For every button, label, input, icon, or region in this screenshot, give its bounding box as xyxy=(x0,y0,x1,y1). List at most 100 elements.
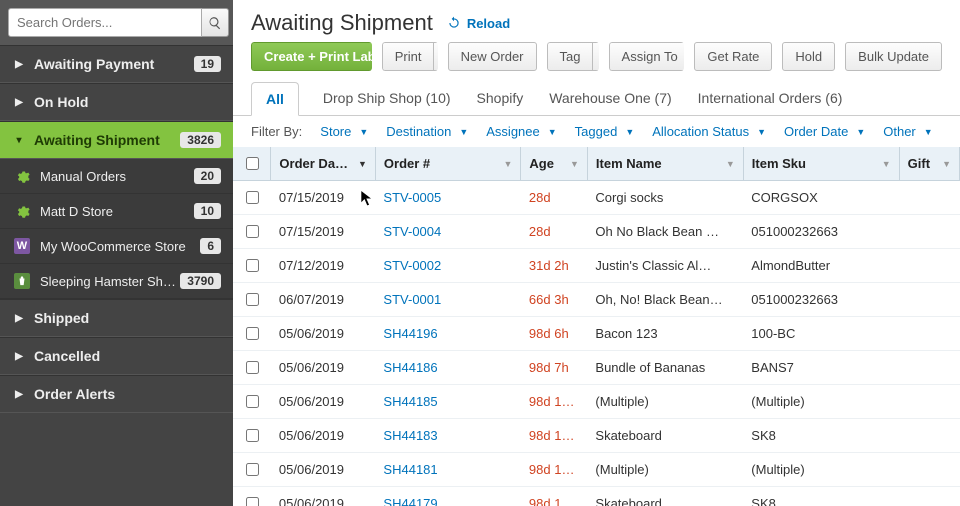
header-checkbox[interactable] xyxy=(233,147,271,181)
cell-gift xyxy=(899,249,959,283)
chevron-down-icon: ▼ xyxy=(625,127,634,137)
filter-store[interactable]: Store▼ xyxy=(320,124,368,139)
row-checkbox[interactable] xyxy=(246,259,259,272)
row-checkbox[interactable] xyxy=(246,497,259,506)
store-item-manual-orders[interactable]: Manual Orders 20 xyxy=(0,159,233,194)
sidebar-item-order-alerts[interactable]: ▶ Order Alerts xyxy=(0,375,233,413)
filter-order-date[interactable]: Order Date▼ xyxy=(784,124,865,139)
cell-item-name: Corgi socks xyxy=(587,181,743,215)
table-row[interactable]: 07/15/2019STV-000528dCorgi socksCORGSOX xyxy=(233,181,960,215)
filter-assignee[interactable]: Assignee▼ xyxy=(486,124,556,139)
sidebar-item-label: Awaiting Payment xyxy=(34,56,194,72)
tab-shopify[interactable]: Shopify xyxy=(475,82,526,115)
table-row[interactable]: 05/06/2019SH4418698d 7hBundle of Bananas… xyxy=(233,351,960,385)
print-button[interactable]: Print xyxy=(382,42,434,71)
sidebar-item-shipped[interactable]: ▶ Shipped xyxy=(0,299,233,337)
cell-order-number[interactable]: SH44186 xyxy=(375,351,520,385)
cell-age: 98d 7h xyxy=(521,351,588,385)
tag-dropdown[interactable]: ▼ xyxy=(592,42,598,71)
filter-other[interactable]: Other▼ xyxy=(883,124,932,139)
orders-table-wrap[interactable]: Order Da…▼ Order #▼ Age▼ Item Name▼ Item… xyxy=(233,147,960,506)
cell-order-number[interactable]: STV-0004 xyxy=(375,215,520,249)
table-row[interactable]: 06/07/2019STV-000166d 3hOh, No! Black Be… xyxy=(233,283,960,317)
table-row[interactable]: 05/06/2019SH4419698d 6hBacon 123100-BC xyxy=(233,317,960,351)
get-rate-button[interactable]: Get Rate xyxy=(694,42,772,71)
header-order-number[interactable]: Order #▼ xyxy=(375,147,520,181)
cell-order-number[interactable]: STV-0002 xyxy=(375,249,520,283)
row-checkbox[interactable] xyxy=(246,191,259,204)
print-dropdown[interactable]: ▼ xyxy=(433,42,437,71)
header-age[interactable]: Age▼ xyxy=(521,147,588,181)
table-row[interactable]: 05/06/2019SH4418398d 1…SkateboardSK8 xyxy=(233,419,960,453)
cell-order-number[interactable]: SH44185 xyxy=(375,385,520,419)
select-all-checkbox[interactable] xyxy=(246,157,259,170)
search-button[interactable] xyxy=(202,8,229,37)
new-order-button[interactable]: New Order xyxy=(448,42,537,71)
assign-to-button[interactable]: Assign To xyxy=(609,42,685,71)
table-row[interactable]: 05/06/2019SH4418598d 1…(Multiple)(Multip… xyxy=(233,385,960,419)
cell-item-name: Skateboard xyxy=(587,487,743,506)
chevron-down-icon: ▼ xyxy=(757,127,766,137)
count-badge: 19 xyxy=(194,56,221,72)
store-label: My WooCommerce Store xyxy=(40,239,200,254)
reload-button[interactable]: Reload xyxy=(447,16,510,31)
row-checkbox[interactable] xyxy=(246,361,259,374)
row-checkbox[interactable] xyxy=(246,293,259,306)
filter-allocation-status[interactable]: Allocation Status▼ xyxy=(652,124,766,139)
bulk-update-button[interactable]: Bulk Update xyxy=(845,42,942,71)
cell-gift xyxy=(899,317,959,351)
cell-order-number[interactable]: STV-0001 xyxy=(375,283,520,317)
sidebar-item-cancelled[interactable]: ▶ Cancelled xyxy=(0,337,233,375)
store-item-sleeping-hamster[interactable]: Sleeping Hamster Sh… 3790 xyxy=(0,264,233,299)
store-item-matt-d[interactable]: Matt D Store 10 xyxy=(0,194,233,229)
sidebar-item-awaiting-payment[interactable]: ▶ Awaiting Payment 19 xyxy=(0,45,233,83)
tab-drop-ship-shop[interactable]: Drop Ship Shop (10) xyxy=(321,82,453,115)
header-gift[interactable]: Gift▼ xyxy=(899,147,959,181)
count-badge: 3826 xyxy=(180,132,221,148)
header-item-name[interactable]: Item Name▼ xyxy=(587,147,743,181)
hold-button[interactable]: Hold xyxy=(782,42,835,71)
tab-warehouse-one[interactable]: Warehouse One (7) xyxy=(547,82,673,115)
table-row[interactable]: 07/15/2019STV-000428dOh No Black Bean …0… xyxy=(233,215,960,249)
cell-item-sku: CORGSOX xyxy=(743,181,899,215)
create-print-label-button[interactable]: Create + Print Label xyxy=(251,42,372,71)
row-checkbox[interactable] xyxy=(246,429,259,442)
cell-order-date: 05/06/2019 xyxy=(271,317,376,351)
cell-item-sku: (Multiple) xyxy=(743,385,899,419)
cell-order-number[interactable]: STV-0005 xyxy=(375,181,520,215)
table-row[interactable]: 05/06/2019SH4418198d 1…(Multiple)(Multip… xyxy=(233,453,960,487)
sidebar-item-label: Shipped xyxy=(34,310,221,326)
toolbar: Create + Print Label ▼ Print ▼ New Order… xyxy=(233,42,960,81)
row-checkbox[interactable] xyxy=(246,463,259,476)
tag-button[interactable]: Tag xyxy=(547,42,593,71)
header-item-sku[interactable]: Item Sku▼ xyxy=(743,147,899,181)
cell-order-number[interactable]: SH44179 xyxy=(375,487,520,506)
print-split: Print ▼ xyxy=(382,42,438,71)
tab-international-orders[interactable]: International Orders (6) xyxy=(696,82,845,115)
row-checkbox[interactable] xyxy=(246,225,259,238)
cell-order-number[interactable]: SH44181 xyxy=(375,453,520,487)
row-checkbox[interactable] xyxy=(246,395,259,408)
cell-item-name: Bundle of Bananas xyxy=(587,351,743,385)
table-row[interactable]: 07/12/2019STV-000231d 2hJustin's Classic… xyxy=(233,249,960,283)
cell-item-sku: 100-BC xyxy=(743,317,899,351)
cell-order-date: 07/15/2019 xyxy=(271,181,376,215)
filter-tagged[interactable]: Tagged▼ xyxy=(575,124,635,139)
cell-gift xyxy=(899,487,959,506)
cell-order-number[interactable]: SH44196 xyxy=(375,317,520,351)
tab-all[interactable]: All xyxy=(251,82,299,116)
woocommerce-icon: W xyxy=(14,238,30,254)
row-checkbox[interactable] xyxy=(246,327,259,340)
cell-item-sku: BANS7 xyxy=(743,351,899,385)
store-item-woocommerce[interactable]: W My WooCommerce Store 6 xyxy=(0,229,233,264)
sidebar-item-on-hold[interactable]: ▶ On Hold xyxy=(0,83,233,121)
header-order-date[interactable]: Order Da…▼ xyxy=(271,147,376,181)
table-row[interactable]: 05/06/2019SH4417998d 1…SkateboardSK8 xyxy=(233,487,960,506)
cell-order-number[interactable]: SH44183 xyxy=(375,419,520,453)
search-input[interactable] xyxy=(8,8,202,37)
chevron-down-icon: ▾ xyxy=(12,135,26,146)
sidebar-item-label: Awaiting Shipment xyxy=(34,132,180,148)
sidebar-item-label: On Hold xyxy=(34,94,221,110)
sidebar-item-awaiting-shipment[interactable]: ▾ Awaiting Shipment 3826 xyxy=(0,121,233,159)
filter-destination[interactable]: Destination▼ xyxy=(386,124,468,139)
